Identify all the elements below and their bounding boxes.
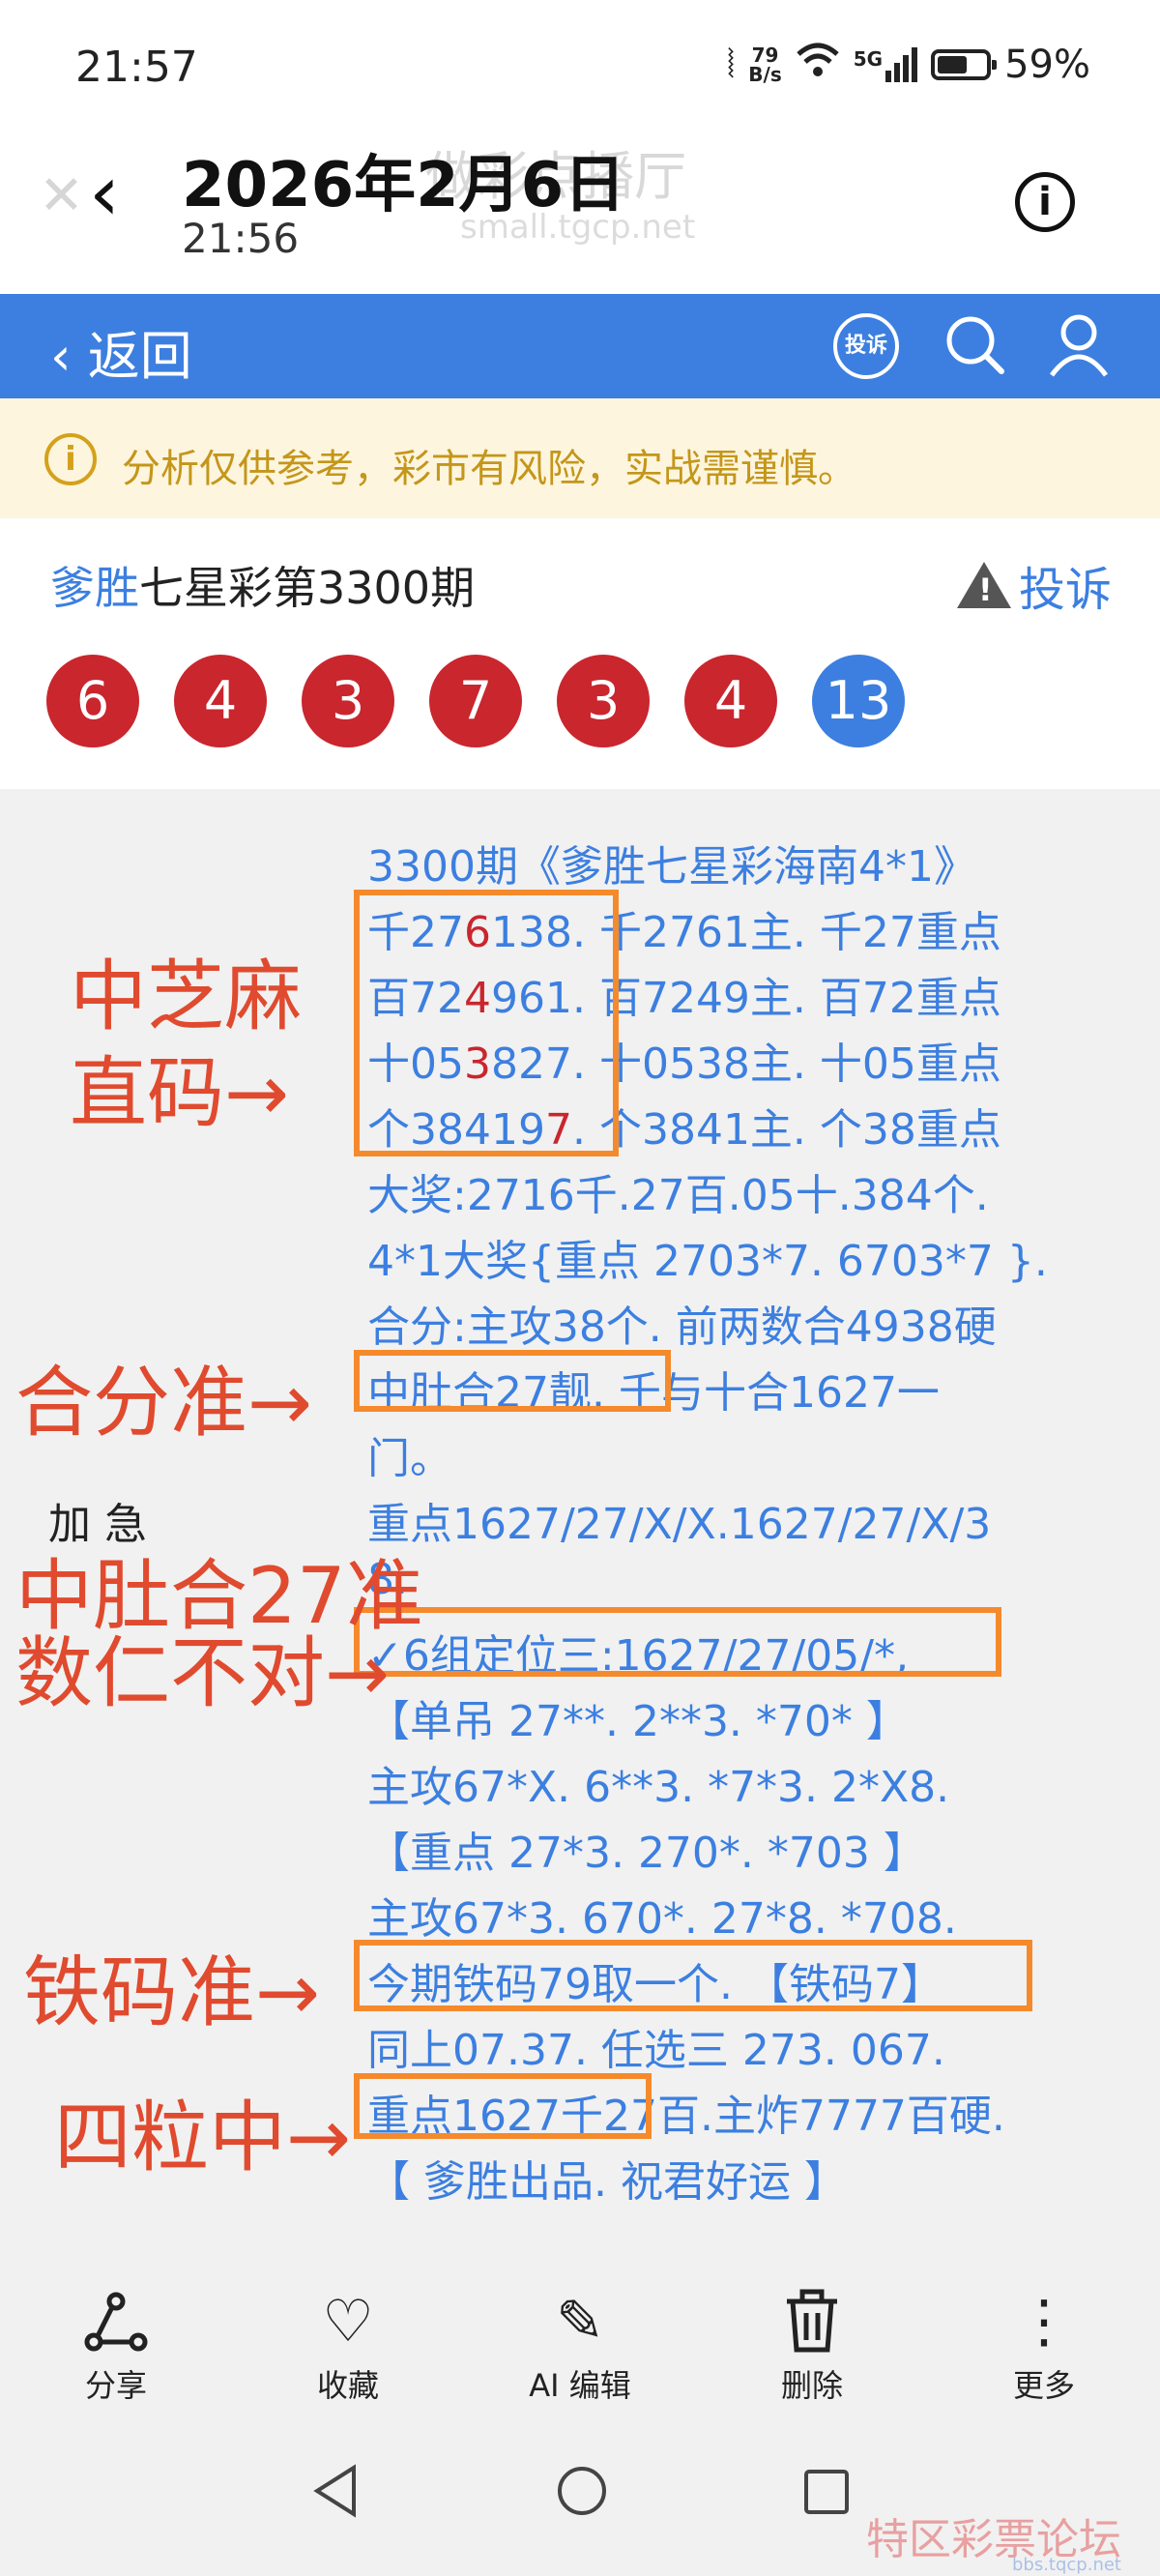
content-line-16: 【重点 27*3. 270*. *703 】 — [367, 1829, 926, 1878]
content-line-10: 门。 — [367, 1434, 452, 1483]
back-chevron-icon[interactable]: ‹ — [89, 155, 120, 232]
home-circle-icon[interactable] — [555, 2464, 609, 2522]
info-icon[interactable]: i — [1015, 172, 1075, 232]
page-title: 2026年2月6日 — [182, 150, 626, 221]
net-speed: 79 B/s — [748, 44, 782, 86]
ball-special: 13 — [812, 655, 905, 747]
watermark-url: bbs.tqcp.net — [1011, 2555, 1121, 2575]
ai-edit-button[interactable]: ✎ AI 编辑 — [503, 2288, 657, 2406]
content-line-21: 【 爹胜出品. 祝君好运 】 — [367, 2157, 847, 2207]
content-line-11: 重点1627/27/X/X.1627/27/X/3 — [367, 1500, 992, 1549]
risk-notice: i 分析仅供参考，彩市有风险，实战需谨慎。 — [0, 398, 1160, 518]
back-link[interactable]: ‹ 返回 — [50, 313, 192, 390]
post-brand[interactable]: 爹胜 — [50, 562, 139, 614]
share-label: 分享 — [84, 2367, 147, 2404]
draw-balls: 6 4 3 7 3 4 13 — [46, 655, 905, 747]
annotation-sili: 四粒中→ — [54, 2093, 352, 2182]
content-line-15: 主攻67*X. 6**3. *7*3. 2*X8. — [367, 1763, 950, 1812]
wifi-icon — [796, 43, 840, 87]
ai-edit-label: AI 编辑 — [529, 2367, 631, 2404]
content-line-1: 3300期《爹胜七星彩海南4*1》 — [367, 842, 976, 892]
status-icons: ⦚ 79 B/s 5G 59% — [727, 43, 1090, 87]
post-title: 爹胜七星彩第3300期 — [50, 553, 475, 617]
ai-edit-icon: ✎ — [555, 2288, 605, 2356]
warning-triangle-icon: ! — [956, 562, 1011, 608]
content-line-7: 4*1大奖{重点 2703*7. 6703*7 }. — [367, 1237, 1048, 1286]
content-line-19: 同上07.37. 任选三 273. 067. — [367, 2026, 945, 2075]
highlight-box-sili — [354, 2073, 652, 2139]
battery-icon — [931, 49, 998, 80]
content-line-6: 大奖:2716千.27百.05十.384个. — [367, 1171, 989, 1220]
annotation-shuren: 数仁不对→ — [15, 1628, 391, 1718]
back-triangle-icon[interactable] — [311, 2464, 360, 2522]
report-button[interactable]: ! 投诉 — [956, 551, 1112, 619]
highlight-box-dingwei — [354, 1607, 1001, 1677]
chevron-left-icon: ‹ — [50, 326, 72, 387]
favorite-button[interactable]: ♡ 收藏 — [271, 2288, 425, 2406]
delete-label: 删除 — [780, 2367, 843, 2404]
delete-button[interactable]: 删除 — [735, 2288, 889, 2406]
share-icon — [39, 2288, 193, 2356]
back-label: 返回 — [87, 326, 192, 387]
risk-notice-text: 分析仅供参考，彩市有风险，实战需谨慎。 — [122, 447, 856, 491]
recents-square-icon[interactable] — [802, 2468, 851, 2520]
vibrate-icon: ⦚ — [726, 43, 736, 87]
ball-1: 6 — [46, 655, 139, 747]
ball-3: 3 — [302, 655, 394, 747]
trash-icon — [735, 2288, 889, 2356]
ball-6: 4 — [684, 655, 777, 747]
content-line-17: 主攻67*3. 670*. 27*8. *708. — [367, 1894, 957, 1944]
highlight-box-hefen — [354, 1350, 671, 1412]
site-nav-bar: ‹ 返回 投诉 — [0, 294, 1160, 398]
battery-percent: 59% — [1004, 43, 1090, 87]
highlight-box-direct — [354, 890, 619, 1156]
share-button[interactable]: 分享 — [39, 2288, 193, 2406]
highlight-box-tiema — [354, 1940, 1032, 2011]
page-subtitle: 21:56 — [182, 215, 300, 262]
complain-icon[interactable]: 投诉 — [833, 313, 899, 379]
more-vertical-icon: ⋮ — [1015, 2288, 1073, 2356]
more-label: 更多 — [1012, 2367, 1075, 2404]
post-title-rest: 七星彩第3300期 — [139, 562, 476, 614]
bottom-toolbar: 分享 ♡ 收藏 ✎ AI 编辑 删除 ⋮ 更多 — [0, 2249, 1160, 2423]
favorite-label: 收藏 — [316, 2367, 379, 2404]
post-content: 3300期《爹胜七星彩海南4*1》 千276138. 千2761主. 千27重点… — [0, 789, 1160, 2249]
annotation-zhimazhi: 中芝麻 — [70, 951, 302, 1041]
user-icon[interactable] — [1044, 309, 1114, 379]
search-icon[interactable] — [940, 309, 1009, 379]
annotation-zhima: 直码→ — [70, 1048, 290, 1138]
ball-4: 7 — [429, 655, 522, 747]
status-time: 21:57 — [75, 43, 198, 92]
annotation-hefen: 合分准→ — [15, 1358, 313, 1448]
info-circle-icon: i — [44, 433, 97, 485]
annotation-tiema: 铁码准→ — [23, 1947, 321, 2037]
heart-icon: ♡ — [322, 2288, 374, 2356]
report-label: 投诉 — [1018, 563, 1112, 617]
content-line-14: 【单吊 27**. 2**3. *70* 】 — [367, 1697, 909, 1746]
close-icon: ✕ — [39, 164, 84, 227]
signal-icon: 5G — [854, 47, 918, 82]
more-button[interactable]: ⋮ 更多 — [967, 2288, 1121, 2406]
ball-5: 3 — [557, 655, 650, 747]
content-line-8: 合分:主攻38个. 前两数合4938硬 — [367, 1303, 997, 1352]
ball-2: 4 — [174, 655, 267, 747]
